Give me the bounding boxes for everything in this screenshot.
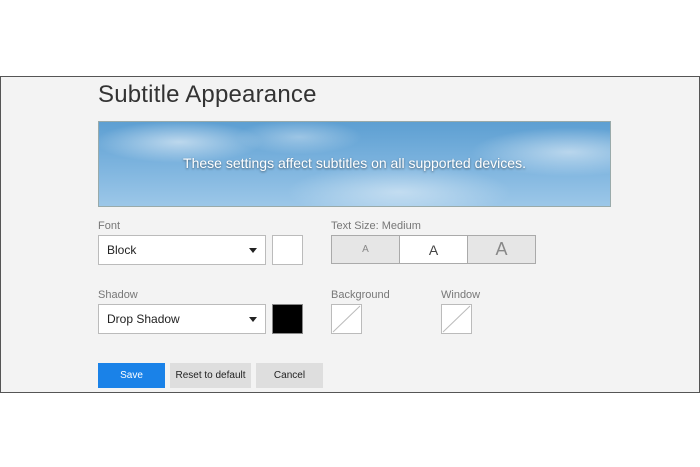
text-size-medium-button[interactable]: A [400,236,468,263]
font-select-value: Block [107,243,137,257]
save-button[interactable]: Save [98,363,165,388]
window-label: Window [441,289,481,301]
background-label: Background [331,289,390,301]
shadow-select-value: Drop Shadow [107,312,180,326]
settings-panel: Subtitle Appearance These settings affec… [0,76,700,393]
window-color-swatch[interactable] [441,304,472,334]
page-title: Subtitle Appearance [98,81,317,108]
chevron-down-icon [249,248,257,253]
font-color-swatch[interactable] [272,235,303,265]
shadow-color-swatch[interactable] [272,304,303,334]
info-banner: These settings affect subtitles on all s… [98,121,611,207]
text-size-large-button[interactable]: A [468,236,535,263]
text-size-label: Text Size: Medium [331,220,421,232]
text-size-selector: A A A [331,235,536,264]
cancel-button[interactable]: Cancel [256,363,323,388]
shadow-select[interactable]: Drop Shadow [98,304,266,334]
font-label: Font [98,220,121,232]
no-color-icon [332,305,361,333]
reset-to-default-button[interactable]: Reset to default [170,363,251,388]
font-select[interactable]: Block [98,235,266,265]
shadow-label: Shadow [98,289,138,301]
banner-text: These settings affect subtitles on all s… [183,155,526,171]
background-color-swatch[interactable] [331,304,362,334]
no-color-icon [442,305,471,333]
chevron-down-icon [249,317,257,322]
text-size-small-button[interactable]: A [332,236,400,263]
